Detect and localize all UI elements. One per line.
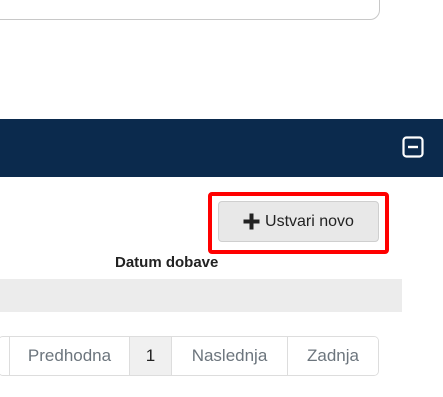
page-1[interactable]: 1 xyxy=(129,337,171,375)
minus-square-icon xyxy=(402,136,424,158)
page-next[interactable]: Naslednja xyxy=(171,337,287,375)
pagination: Predhodna 1 Naslednja Zadnja xyxy=(0,336,379,376)
column-header-datum-dobave: Datum dobave xyxy=(115,254,219,271)
section-header xyxy=(0,119,443,177)
table-row xyxy=(0,279,402,312)
collapse-button[interactable] xyxy=(402,136,424,158)
page-last[interactable]: Zadnja xyxy=(287,337,378,375)
top-panel xyxy=(0,0,380,20)
plus-icon xyxy=(243,213,260,230)
create-new-button[interactable]: Ustvari novo xyxy=(218,201,379,242)
create-new-label: Ustvari novo xyxy=(265,212,354,230)
page-prev-edge[interactable] xyxy=(0,337,9,375)
page-previous[interactable]: Predhodna xyxy=(9,337,129,375)
